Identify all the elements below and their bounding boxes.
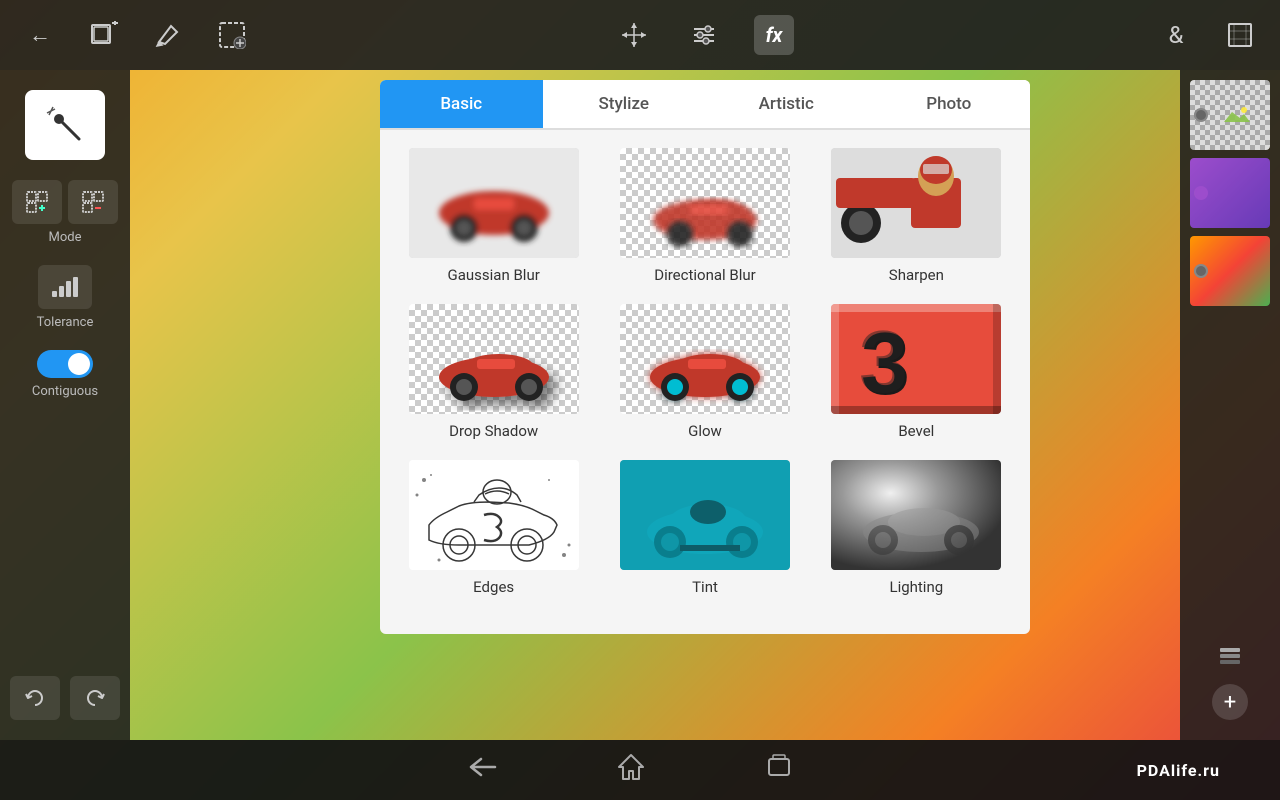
toolbar-center: fx bbox=[614, 15, 794, 55]
adjustments-button[interactable] bbox=[684, 15, 724, 55]
mode-icons bbox=[12, 180, 118, 224]
filter-directional-blur[interactable]: Directional Blur bbox=[601, 140, 808, 292]
filter-grid: Gaussian Blur bbox=[380, 130, 1030, 614]
filter-gaussian-blur[interactable]: Gaussian Blur bbox=[390, 140, 597, 292]
contiguous-toggle[interactable] bbox=[37, 350, 93, 378]
subtract-mode-button[interactable] bbox=[68, 180, 118, 224]
sharpen-label: Sharpen bbox=[889, 266, 944, 284]
toggle-knob bbox=[68, 353, 90, 375]
bottom-nav: PDAlife.ru bbox=[0, 740, 1280, 800]
tint-label: Tint bbox=[692, 578, 718, 596]
directional-blur-thumb bbox=[620, 148, 790, 258]
gaussian-blur-thumb bbox=[409, 148, 579, 258]
right-sidebar: + bbox=[1180, 70, 1280, 740]
nav-recents-button[interactable] bbox=[765, 753, 793, 787]
layers-button[interactable] bbox=[1208, 632, 1252, 676]
tolerance-label: Tolerance bbox=[37, 315, 94, 330]
nav-home-button[interactable] bbox=[617, 753, 645, 787]
toolbar-left: ← bbox=[20, 15, 252, 55]
sharpen-thumb bbox=[831, 148, 1001, 258]
redo-button[interactable] bbox=[70, 676, 120, 720]
magic-wand-button[interactable] bbox=[25, 90, 105, 160]
lighting-thumb bbox=[831, 460, 1001, 570]
directional-blur-label: Directional Blur bbox=[654, 266, 756, 284]
nav-back-button[interactable] bbox=[467, 753, 497, 787]
layer-radio-1[interactable] bbox=[1194, 108, 1208, 122]
layer-radio-3[interactable] bbox=[1194, 264, 1208, 278]
mode-label: Mode bbox=[49, 230, 82, 245]
toolbar-right: & bbox=[1156, 15, 1260, 55]
layer-item-1[interactable] bbox=[1190, 80, 1270, 150]
tab-basic[interactable]: Basic bbox=[380, 80, 543, 128]
glow-label: Glow bbox=[688, 422, 722, 440]
edges-label: Edges bbox=[473, 578, 514, 596]
svg-text:3: 3 bbox=[859, 312, 908, 411]
layer-item-2[interactable] bbox=[1190, 158, 1270, 228]
lighting-label: Lighting bbox=[889, 578, 943, 596]
edges-thumb bbox=[409, 460, 579, 570]
filter-panel: Basic Stylize Artistic Photo bbox=[380, 80, 1030, 634]
left-sidebar: Mode Tolerance Contiguous bbox=[0, 70, 130, 740]
nav-center bbox=[467, 753, 793, 787]
bevel-label: Bevel bbox=[898, 422, 934, 440]
add-mode-button[interactable] bbox=[12, 180, 62, 224]
filter-edges[interactable]: Edges bbox=[390, 452, 597, 604]
undo-redo-section bbox=[10, 676, 120, 720]
contiguous-section: Contiguous bbox=[32, 350, 98, 399]
draw-button[interactable] bbox=[148, 15, 188, 55]
move-button[interactable] bbox=[614, 15, 654, 55]
back-button[interactable]: ← bbox=[20, 15, 60, 55]
amp-button[interactable]: & bbox=[1156, 15, 1196, 55]
filter-drop-shadow[interactable]: Drop Shadow bbox=[390, 296, 597, 448]
drop-shadow-thumb bbox=[409, 304, 579, 414]
tolerance-icon bbox=[38, 265, 92, 309]
tint-thumb bbox=[620, 460, 790, 570]
filter-sharpen[interactable]: Sharpen bbox=[813, 140, 1020, 292]
mode-section: Mode bbox=[12, 180, 118, 245]
tolerance-section: Tolerance bbox=[37, 265, 94, 330]
undo-button[interactable] bbox=[10, 676, 60, 720]
gaussian-blur-label: Gaussian Blur bbox=[448, 266, 540, 284]
filter-glow[interactable]: Glow bbox=[601, 296, 808, 448]
tab-stylize[interactable]: Stylize bbox=[543, 80, 706, 128]
glow-thumb bbox=[620, 304, 790, 414]
filter-bevel[interactable]: 3 3 Bevel bbox=[813, 296, 1020, 448]
filter-tabs: Basic Stylize Artistic Photo bbox=[380, 80, 1030, 130]
tab-photo[interactable]: Photo bbox=[868, 80, 1031, 128]
top-toolbar: ← bbox=[0, 0, 1280, 70]
new-image-button[interactable] bbox=[84, 15, 124, 55]
layer-radio-2[interactable] bbox=[1194, 186, 1208, 200]
contiguous-label: Contiguous bbox=[32, 384, 98, 399]
filter-lighting[interactable]: Lighting bbox=[813, 452, 1020, 604]
tab-artistic[interactable]: Artistic bbox=[705, 80, 868, 128]
selection-button[interactable] bbox=[212, 15, 252, 55]
watermark: PDAlife.ru bbox=[1137, 761, 1220, 780]
fx-button[interactable]: fx bbox=[754, 15, 794, 55]
drop-shadow-label: Drop Shadow bbox=[449, 422, 538, 440]
filter-tint[interactable]: Tint bbox=[601, 452, 808, 604]
bevel-thumb: 3 3 bbox=[831, 304, 1001, 414]
crop-button[interactable] bbox=[1220, 15, 1260, 55]
add-layer-button[interactable]: + bbox=[1212, 684, 1248, 720]
layer-item-3[interactable] bbox=[1190, 236, 1270, 306]
